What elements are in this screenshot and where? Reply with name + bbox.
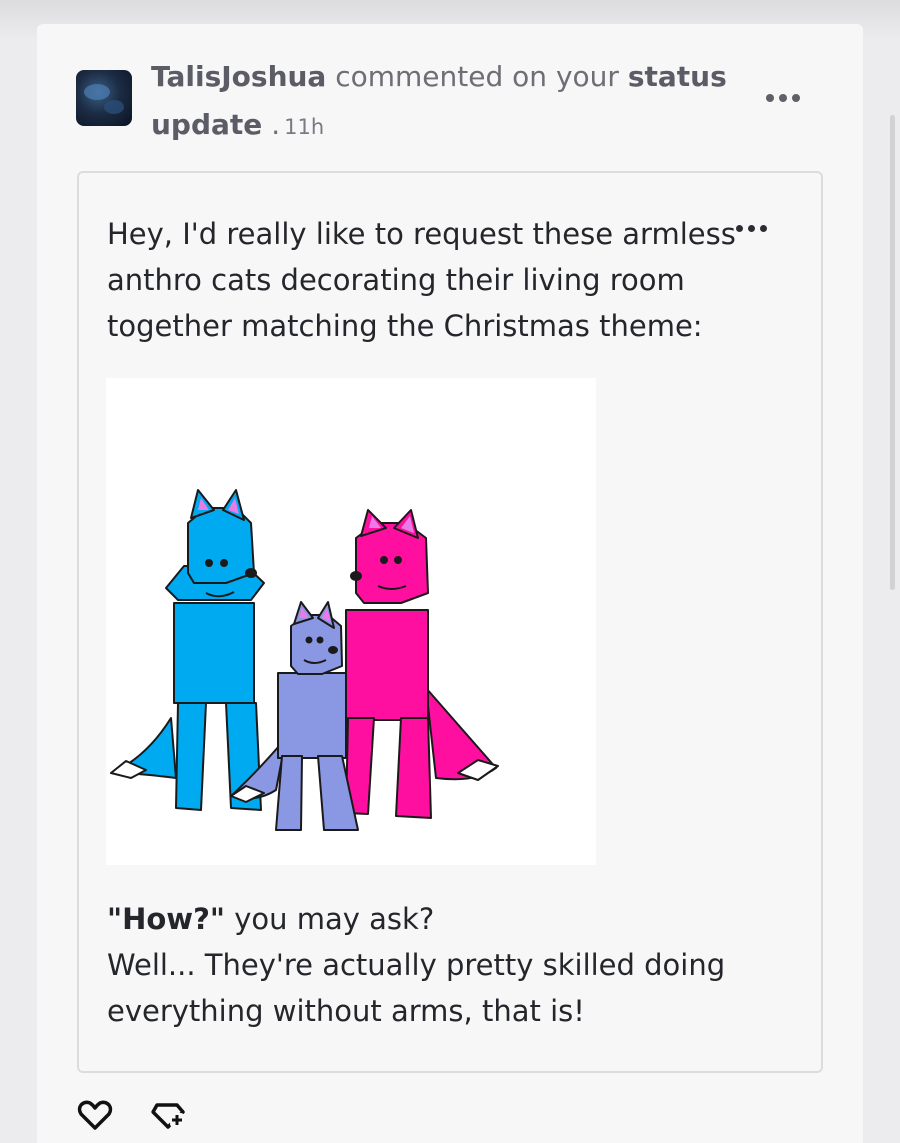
armless-cats-drawing <box>110 489 499 831</box>
heart-icon[interactable] <box>75 1095 115 1135</box>
question-rest: you may ask? <box>225 902 435 936</box>
separator: . <box>271 108 281 141</box>
username-link[interactable]: TalisJoshua <box>151 60 326 93</box>
timestamp: 11h <box>284 115 325 139</box>
more-options-icon[interactable] <box>766 94 800 102</box>
comment-intro: Hey, I'd really like to request these ar… <box>107 217 736 343</box>
emphasis-how: "How?" <box>107 902 226 936</box>
comment-image[interactable] <box>106 378 596 865</box>
pink-cat <box>345 509 499 819</box>
avatar[interactable] <box>76 70 132 126</box>
blue-cat <box>110 489 265 811</box>
scrollbar[interactable] <box>890 115 895 590</box>
comment-outro: "How?" you may ask? Well... They're actu… <box>107 896 747 1034</box>
gem-plus-icon[interactable] <box>148 1095 188 1135</box>
notification-header: TalisJoshua commented on your status upd… <box>151 53 751 151</box>
action-text: commented on your <box>335 60 619 93</box>
comment-line2: Well... They're actually pretty skilled … <box>107 948 726 1028</box>
